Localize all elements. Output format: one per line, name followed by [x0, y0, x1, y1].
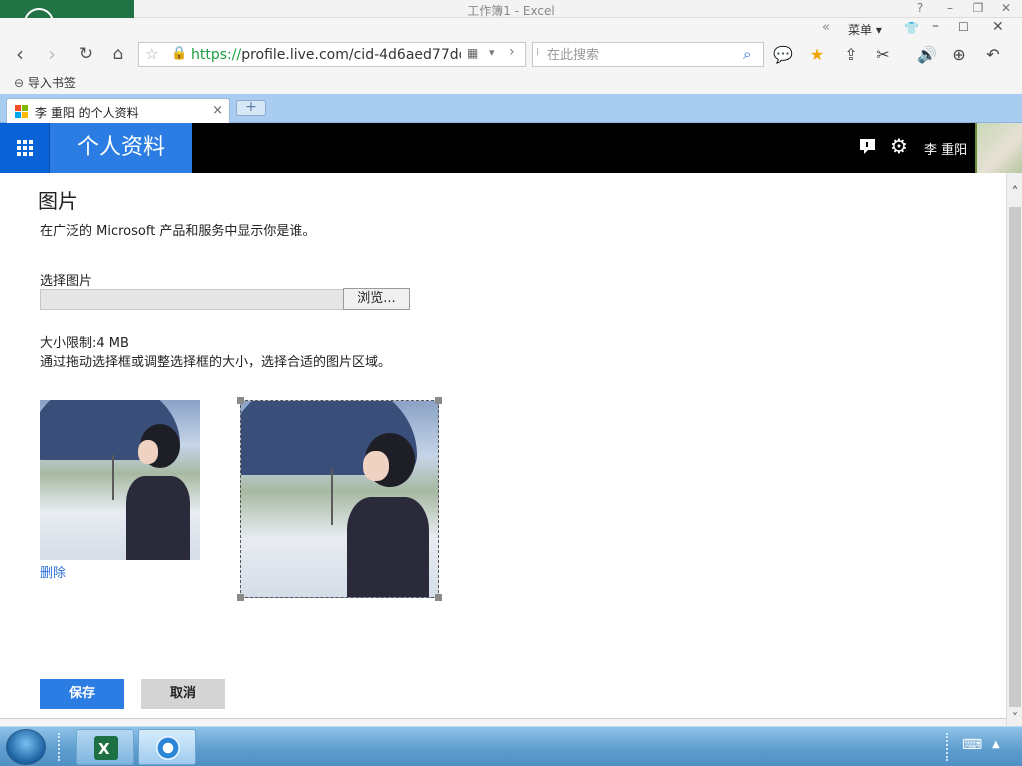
excel-taskbar-icon: X — [94, 736, 118, 760]
url-scheme: https:// — [191, 47, 242, 63]
tab-title: 李 重阳 的个人资料 — [35, 106, 139, 120]
url-dropdown-icon[interactable]: ▾ — [489, 46, 495, 59]
tb-maximize-icon[interactable]: ☐ — [958, 20, 969, 34]
screenshot-scissors-icon[interactable]: ✂ — [872, 44, 894, 66]
feedback-icon[interactable] — [858, 136, 880, 158]
back-icon[interactable]: ‹ — [8, 42, 32, 66]
collapse-chevron-icon[interactable]: « — [822, 20, 830, 35]
scroll-thumb[interactable] — [1009, 207, 1021, 707]
size-limit-text: 大小限制:4 MB — [40, 336, 129, 351]
page-scrollbar[interactable]: ˄ ˅ — [1006, 173, 1022, 726]
window-title: 工作簿1 - Excel — [467, 4, 555, 18]
address-bar[interactable]: ☆ 🔒 https://profile.live.com/cid-4d6aed7… — [138, 42, 526, 67]
browser-taskbar-icon — [156, 736, 180, 760]
menu-label: 菜单 — [848, 23, 873, 37]
crop-handle-top-right[interactable] — [435, 397, 442, 404]
favorite-star-icon[interactable]: ☆ — [145, 45, 158, 63]
search-engine-icon[interactable]: ⁞ — [536, 47, 539, 58]
crop-hint-text: 通过拖动选择框或调整选择框的大小，选择合适的图片区域。 — [40, 355, 392, 370]
picture-preview — [40, 400, 200, 560]
new-tab-button[interactable]: + — [236, 100, 266, 116]
tab-close-icon[interactable]: × — [212, 103, 223, 118]
status-strip — [0, 718, 1006, 726]
scroll-down-icon[interactable]: ˅ — [1007, 711, 1022, 725]
microsoft-logo-icon — [15, 105, 28, 118]
scroll-up-icon[interactable]: ˄ — [1007, 185, 1022, 201]
svg-text:X: X — [98, 740, 110, 758]
favorites-icon[interactable]: ★ — [806, 44, 828, 66]
delete-link[interactable]: 删除 — [40, 562, 66, 581]
taskbar-item-excel[interactable]: X — [76, 729, 134, 765]
tb-minimize-icon[interactable]: – — [932, 18, 939, 34]
url-text[interactable]: https://profile.live.com/cid-4d6aed77dd — [191, 47, 461, 63]
qr-code-icon[interactable]: ▦ — [467, 46, 478, 60]
menu-button[interactable]: 菜单 ▾ — [848, 21, 882, 38]
sound-icon[interactable]: 🔊 — [916, 44, 938, 66]
app-title[interactable]: 个人资料 — [50, 123, 192, 173]
tb-close-icon[interactable]: ✕ — [992, 19, 1004, 35]
help-icon[interactable]: ? — [910, 1, 930, 15]
tray-grip — [946, 733, 952, 761]
crop-handle-bottom-right[interactable] — [435, 594, 442, 601]
share-icon[interactable]: ⇪ — [840, 44, 862, 66]
search-input[interactable] — [547, 46, 737, 64]
wechat-icon[interactable]: 💬 — [772, 44, 794, 66]
crop-handle-top-left[interactable] — [237, 397, 244, 404]
import-bookmarks-label: 导入书签 — [27, 76, 76, 90]
undo-icon[interactable]: ↶ — [982, 44, 1004, 66]
page-title: 图片 — [38, 189, 78, 213]
search-box: ⁞ ⌕ — [532, 42, 764, 67]
tab-profile[interactable]: 李 重阳 的个人资料 × — [6, 98, 230, 124]
go-chevron-icon[interactable]: › — [509, 44, 515, 60]
browse-button[interactable]: 浏览... — [343, 288, 410, 310]
crop-selection-area[interactable] — [240, 400, 439, 598]
choose-picture-label: 选择图片 — [40, 274, 93, 289]
app-header: 个人资料 ⚙ 李 重阳 — [0, 123, 1022, 173]
save-button[interactable]: 保存 — [40, 679, 124, 709]
file-path-input[interactable] — [40, 289, 344, 310]
app-launcher-icon[interactable] — [0, 123, 50, 173]
start-button-icon[interactable] — [6, 729, 46, 765]
keyboard-icon[interactable]: ⌨ — [962, 737, 982, 753]
download-icon[interactable]: ⊕ — [948, 44, 970, 66]
user-name[interactable]: 李 重阳 — [924, 139, 967, 158]
skin-icon[interactable]: 👕 — [904, 21, 919, 35]
tray-expand-icon[interactable]: ▲ — [992, 739, 1000, 750]
import-icon: ⊖ — [14, 76, 25, 90]
taskbar-item-browser[interactable] — [138, 729, 196, 765]
page-description: 在广泛的 Microsoft 产品和服务中显示你是谁。 — [40, 224, 316, 239]
tab-strip: 李 重阳 的个人资料 × + — [0, 94, 1022, 124]
search-icon[interactable]: ⌕ — [743, 45, 751, 63]
close-window-icon[interactable]: ✕ — [996, 1, 1016, 15]
minimize-icon[interactable]: – — [940, 1, 960, 15]
settings-gear-icon[interactable]: ⚙ — [890, 135, 908, 157]
refresh-icon[interactable]: ↻ — [74, 42, 98, 66]
avatar[interactable] — [975, 123, 1022, 173]
bookmark-bar[interactable]: ⊖ 导入书签 — [14, 74, 76, 91]
restore-icon[interactable]: ❐ — [968, 1, 988, 15]
taskbar-grip — [58, 733, 64, 761]
crop-handle-bottom-left[interactable] — [237, 594, 244, 601]
forward-icon[interactable]: › — [40, 42, 64, 66]
window-title-bar: 工作簿1 - Excel ? – ❐ ✕ — [0, 0, 1022, 38]
cancel-button[interactable]: 取消 — [141, 679, 225, 709]
taskbar: X ⌨ ▲ — [0, 726, 1022, 766]
lock-icon: 🔒 — [171, 46, 188, 61]
home-icon[interactable]: ⌂ — [106, 42, 130, 66]
url-rest: profile.live.com/cid-4d6aed77dd — [241, 47, 461, 63]
main-content: 图片 在广泛的 Microsoft 产品和服务中显示你是谁。 选择图片 浏览..… — [0, 173, 1006, 718]
